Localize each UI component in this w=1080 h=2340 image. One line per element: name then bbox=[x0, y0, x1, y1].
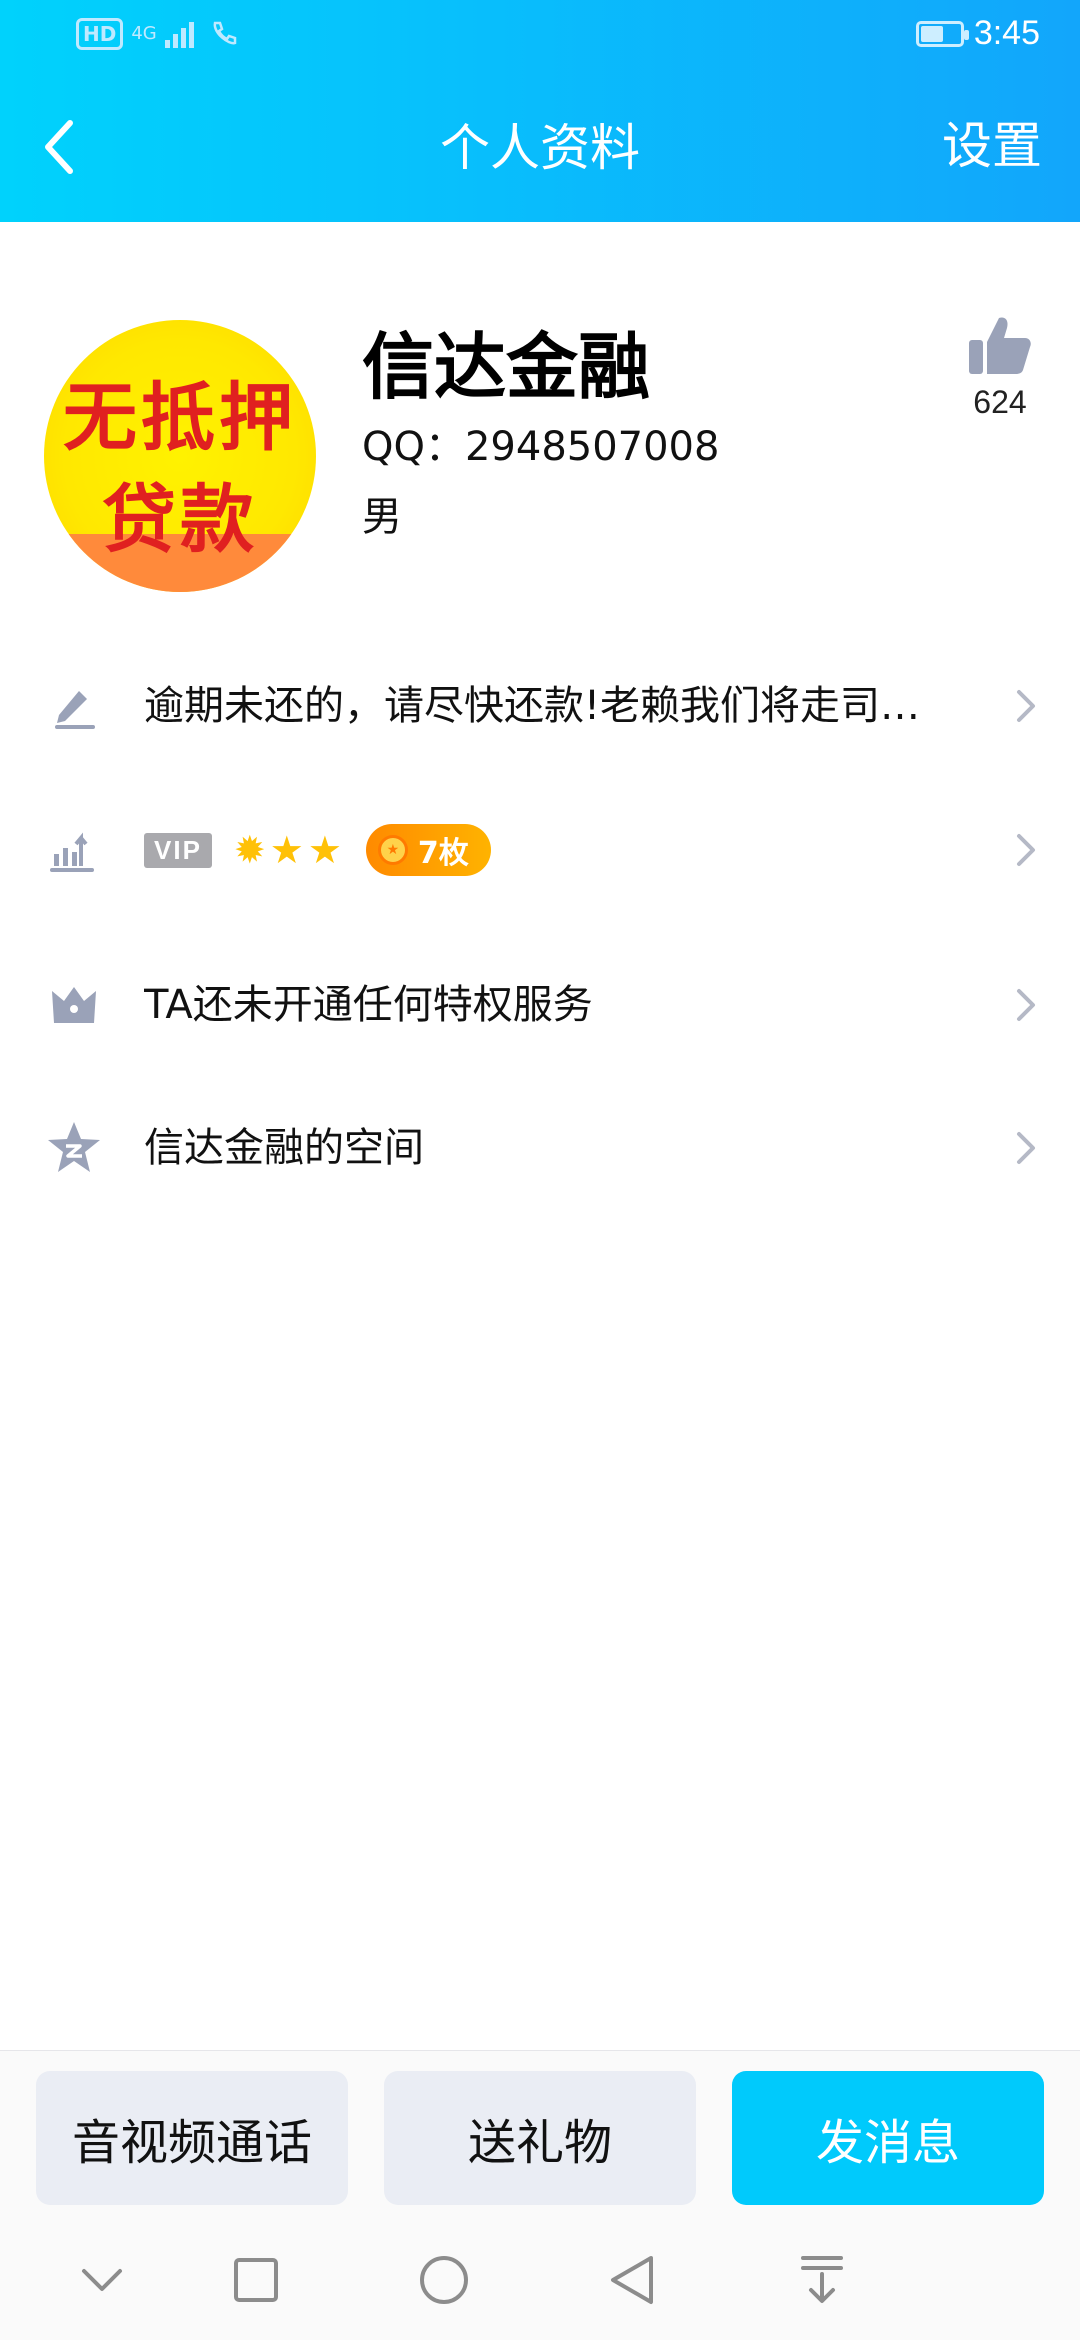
medal-count-badge: ★ 7枚 bbox=[365, 824, 491, 876]
network-indicator: 4G bbox=[131, 25, 156, 43]
star-icon: ★ bbox=[307, 828, 342, 872]
privilege-text: TA还未开通任何特权服务 bbox=[144, 982, 593, 1028]
like-count: 624 bbox=[973, 384, 1027, 420]
clock: 3:45 bbox=[973, 14, 1040, 52]
network-type: 4G bbox=[131, 23, 157, 44]
nav-back-button[interactable] bbox=[600, 2248, 664, 2312]
medal-count: 7枚 bbox=[417, 836, 469, 871]
avatar-text-line2: 贷款 bbox=[102, 477, 258, 563]
star-icon: ★ bbox=[269, 828, 304, 872]
battery-icon bbox=[915, 20, 969, 47]
header-bar: HD 4G 3:45 个人资料 设置 bbox=[0, 0, 1080, 222]
avatar[interactable]: 无抵押 贷款 bbox=[44, 320, 316, 592]
system-nav-bar bbox=[0, 2220, 1080, 2340]
pull-down-icon bbox=[801, 2256, 843, 2303]
level-badges: VIP ✹ ★ ★ ★ 7枚 bbox=[144, 824, 491, 876]
level-stars: ✹ ★ ★ bbox=[234, 830, 342, 870]
chevron-right-icon bbox=[1006, 676, 1046, 736]
crown-icon bbox=[44, 975, 104, 1035]
page-title: 个人资料 bbox=[440, 119, 640, 177]
vip-tag: VIP bbox=[144, 832, 212, 868]
nickname: 信达金融 bbox=[362, 325, 651, 409]
nav-collapse-button[interactable] bbox=[70, 2248, 134, 2312]
qzone-row[interactable]: 信达金融的空间 bbox=[0, 1098, 1080, 1198]
profile-card: 无抵押 贷款 信达金融 QQ：2948507008 男 624 bbox=[0, 222, 1080, 622]
like-button[interactable]: 624 bbox=[960, 312, 1040, 421]
hd-indicator: HD bbox=[76, 18, 124, 50]
qq-number: QQ：2948507008 bbox=[362, 424, 720, 470]
chevron-down-icon bbox=[82, 2269, 122, 2291]
settings-button[interactable]: 设置 bbox=[942, 116, 1042, 176]
triangle-back-icon bbox=[611, 2256, 653, 2304]
level-up-icon bbox=[44, 820, 104, 880]
send-gift-button[interactable]: 送礼物 bbox=[384, 2071, 696, 2205]
status-left: HD 4G bbox=[76, 18, 239, 50]
privilege-row[interactable]: TA还未开通任何特权服务 bbox=[0, 955, 1080, 1055]
video-call-button[interactable]: 音视频通话 bbox=[36, 2071, 348, 2205]
qzone-text: 信达金融的空间 bbox=[144, 1125, 424, 1171]
edit-icon bbox=[44, 676, 104, 736]
status-right: 3:45 bbox=[915, 14, 1040, 53]
nav-recents-button[interactable] bbox=[224, 2248, 288, 2312]
qzone-star-icon bbox=[44, 1118, 104, 1178]
action-bar: 音视频通话 送礼物 发消息 bbox=[0, 2050, 1080, 2221]
thumbs-up-icon bbox=[969, 317, 1031, 374]
sun-icon: ✹ bbox=[233, 828, 266, 872]
medal-icon: ★ bbox=[377, 835, 408, 865]
signature-text: 逾期未还的，请尽快还款!老赖我们将走司法途径 bbox=[144, 683, 960, 729]
square-icon bbox=[234, 2258, 278, 2302]
hd-call-icon bbox=[213, 21, 236, 45]
gender: 男 bbox=[362, 494, 402, 540]
nav-home-button[interactable] bbox=[412, 2248, 476, 2312]
signature-row[interactable]: 逾期未还的，请尽快还款!老赖我们将走司法途径 bbox=[0, 656, 1080, 756]
avatar-text-line1: 无抵押 bbox=[63, 375, 297, 461]
signal-icon bbox=[164, 22, 194, 48]
circle-icon bbox=[420, 2256, 468, 2304]
chevron-right-icon bbox=[1006, 820, 1046, 880]
send-message-button[interactable]: 发消息 bbox=[732, 2071, 1044, 2205]
chevron-right-icon bbox=[1006, 975, 1046, 1035]
nav-notification-button[interactable] bbox=[790, 2248, 854, 2312]
level-row[interactable]: VIP ✹ ★ ★ ★ 7枚 bbox=[0, 800, 1080, 900]
chevron-right-icon bbox=[1006, 1118, 1046, 1178]
